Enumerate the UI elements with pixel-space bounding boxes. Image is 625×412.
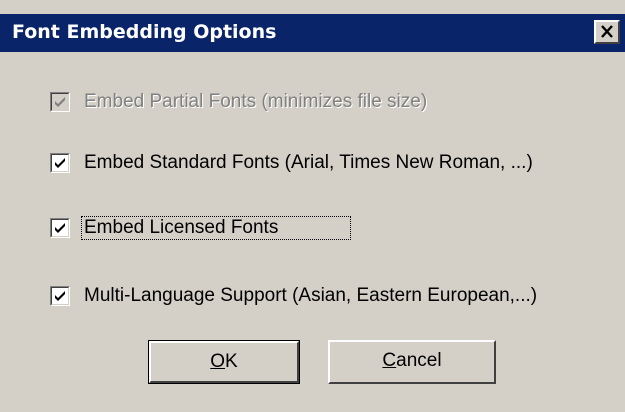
ok-button-face: OK <box>149 341 299 383</box>
title-bar[interactable]: Font Embedding Options <box>0 14 625 52</box>
window-title: Font Embedding Options <box>12 21 277 43</box>
checkmark-icon <box>55 291 65 301</box>
cancel-button[interactable]: Cancel <box>328 340 496 384</box>
embed-partial-fonts-label: Embed Partial Fonts (minimizes file size… <box>84 91 428 112</box>
close-icon <box>601 25 613 38</box>
font-embedding-dialog: Font Embedding Options Embed Partial Fon… <box>0 0 625 412</box>
cancel-button-label: Cancel <box>382 342 441 380</box>
checkmark-icon <box>55 223 65 233</box>
embed-licensed-fonts-checkbox[interactable] <box>50 218 70 238</box>
ok-button-label: OK <box>210 343 237 381</box>
ok-mnemonic: O <box>210 351 226 372</box>
cancel-label-rest: ancel <box>396 350 442 371</box>
cancel-mnemonic: C <box>382 350 397 371</box>
multi-language-support-checkbox[interactable] <box>50 286 70 306</box>
embed-partial-fonts-checkbox <box>50 92 70 112</box>
checkmark-icon <box>55 158 65 168</box>
embed-licensed-fonts-label[interactable]: Embed Licensed Fonts <box>84 215 278 241</box>
ok-label-rest: K <box>225 351 238 372</box>
embed-standard-fonts-checkbox[interactable] <box>50 153 70 173</box>
multi-language-support-label[interactable]: Multi-Language Support (Asian, Eastern E… <box>84 283 537 309</box>
ok-button[interactable]: OK <box>148 340 300 384</box>
embed-standard-fonts-label[interactable]: Embed Standard Fonts (Arial, Times New R… <box>84 150 533 176</box>
close-button[interactable] <box>594 20 620 44</box>
checkmark-icon <box>55 97 65 107</box>
